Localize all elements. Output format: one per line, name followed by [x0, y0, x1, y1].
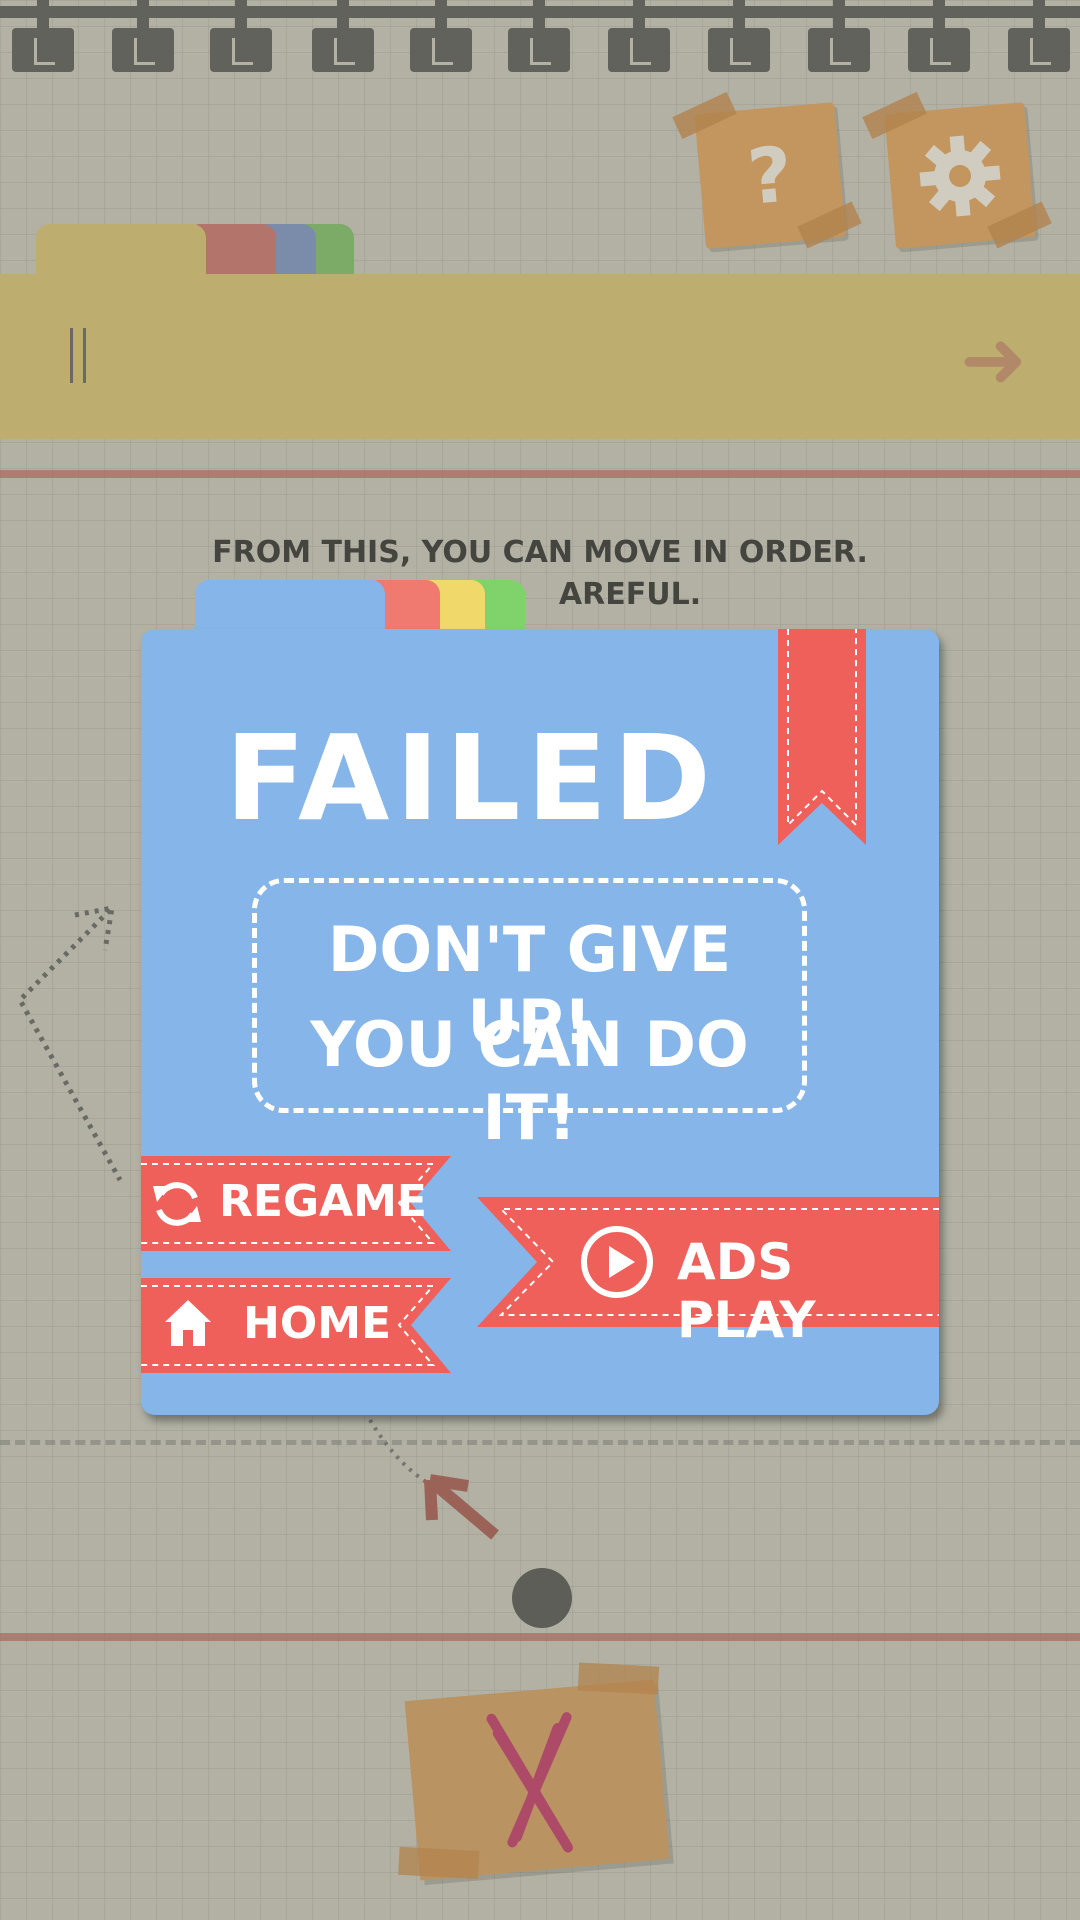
arrow-right-icon[interactable]: ➜ [960, 320, 1027, 400]
dialog-title: FAILED [224, 709, 718, 847]
home-button[interactable]: HOME [141, 1278, 451, 1373]
clip [508, 0, 570, 72]
level-folder-strip [0, 274, 1080, 439]
settings-button[interactable] [862, 91, 1052, 249]
ball-marker [512, 1568, 572, 1628]
gear-icon [884, 102, 1035, 249]
clip [1008, 0, 1070, 72]
clip [210, 0, 272, 72]
reject-button[interactable] [398, 1662, 670, 1881]
pause-mark-icon [70, 328, 86, 383]
clip [312, 0, 374, 72]
ads-play-label: ADS PLAY [677, 1233, 816, 1349]
folder-tabs [36, 224, 354, 274]
regame-label: REGAME [219, 1176, 427, 1227]
clip [608, 0, 670, 72]
dotted-arrow-doodle [16, 904, 123, 1182]
folder-tab-main [36, 224, 206, 274]
failed-dialog: FAILED DON'T GIVE UP! YOU CAN DO IT! REG… [141, 629, 939, 1415]
clip [112, 0, 174, 72]
dashed-guide-line [0, 1440, 1080, 1455]
help-button[interactable]: ? [672, 91, 862, 249]
message-box: DON'T GIVE UP! YOU CAN DO IT! [252, 878, 807, 1154]
clip [410, 0, 472, 72]
top-clip-bar [0, 0, 1080, 80]
question-icon: ? [744, 129, 796, 222]
clip [908, 0, 970, 72]
dialog-tab-main [195, 580, 385, 630]
arrow-up-left-doodle [368, 1418, 499, 1540]
clip [708, 0, 770, 72]
ads-play-button[interactable]: ADS PLAY [477, 1197, 939, 1349]
home-label: HOME [243, 1298, 392, 1349]
instruction-line-1: FROM THIS, YOU CAN MOVE IN ORDER. [212, 535, 868, 570]
regame-button[interactable]: REGAME [141, 1156, 451, 1251]
clip [12, 0, 74, 72]
top-boundary-line [0, 470, 1080, 478]
dialog-folder-tabs [195, 580, 525, 630]
clip [808, 0, 870, 72]
bottom-boundary-line [0, 1633, 1080, 1641]
message-line-2: YOU CAN DO IT! [310, 1008, 749, 1154]
